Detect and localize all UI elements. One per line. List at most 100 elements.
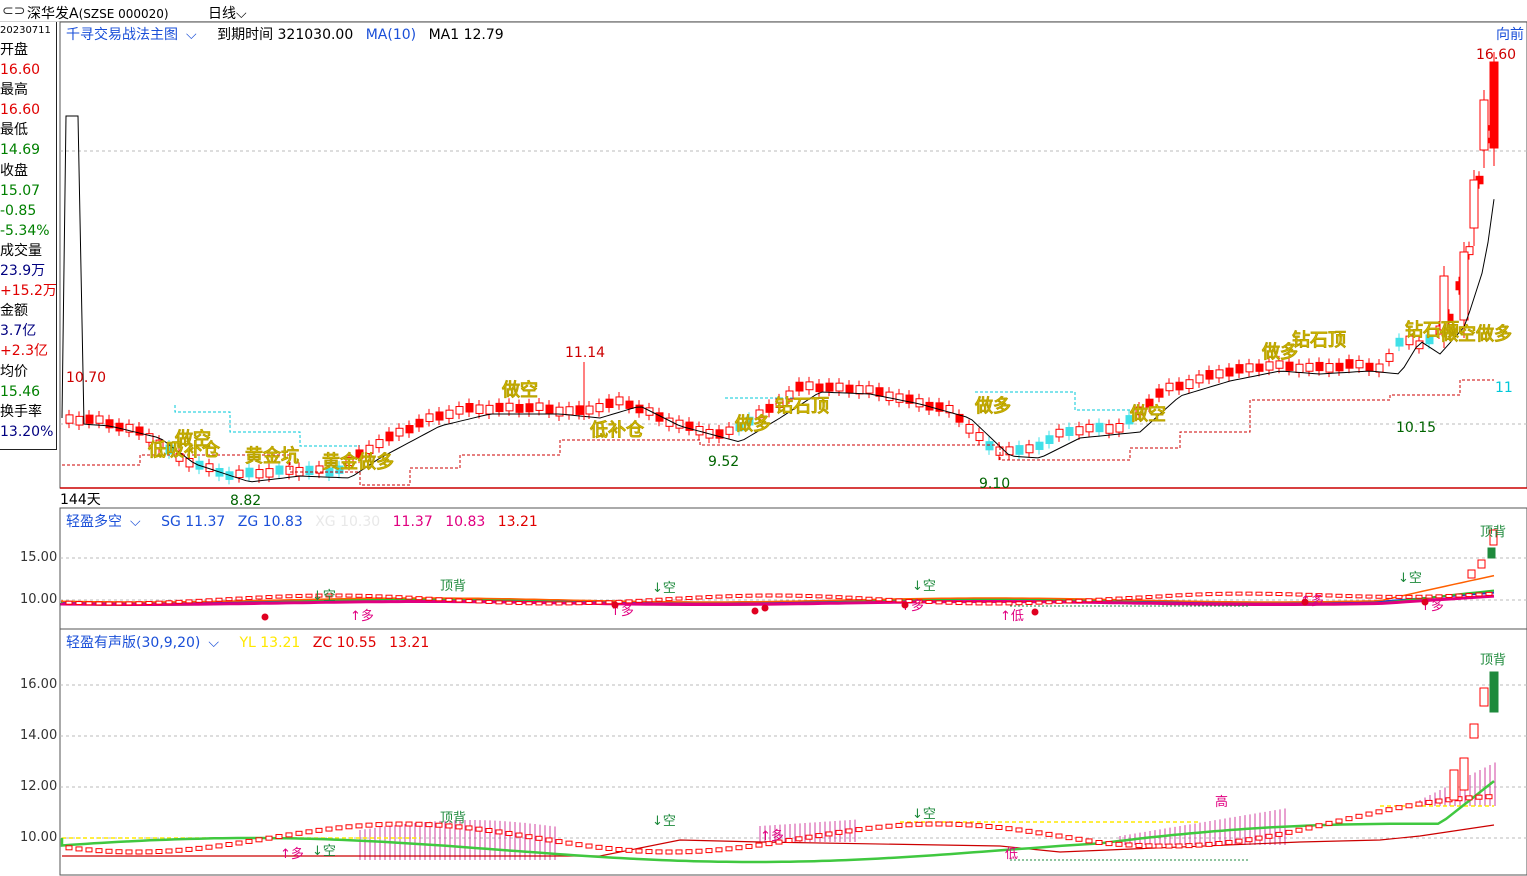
panel2-dot (751, 607, 759, 615)
candle (1085, 419, 1094, 437)
panel2-candle (975, 601, 983, 606)
panel3-trend-line (60, 780, 1495, 864)
panel2-candle (1045, 600, 1053, 605)
panel2-candle (135, 601, 143, 606)
candle (1315, 357, 1324, 376)
panel2-dot (1301, 598, 1309, 606)
panel3-candle-big (1449, 769, 1459, 801)
panel3-candle (325, 826, 333, 832)
candle (875, 382, 884, 402)
panel3-candle (705, 848, 713, 854)
panel3-indicator-selector[interactable]: 轻盈有声版(30,9,20) ⌵ (66, 635, 227, 651)
candle (1225, 363, 1234, 382)
panel3-candle (875, 824, 883, 830)
panel2-candle (1095, 597, 1103, 602)
candle (1045, 430, 1054, 449)
panel2-candle (1035, 600, 1043, 605)
panel3-candle (1065, 835, 1073, 841)
panel2-dot (261, 613, 269, 621)
panel2-indicator-selector[interactable]: 轻盈多空 ⌵ (66, 514, 149, 530)
panel3-ytick-14: 14.00 (20, 728, 58, 743)
panel3-candle (625, 847, 633, 853)
panel3-candle (1255, 835, 1263, 841)
panel3-candle (225, 841, 233, 847)
panel2-candle (1395, 594, 1403, 599)
panel2-candle (475, 599, 483, 604)
panel2-candle (965, 601, 973, 606)
panel2-candle (955, 601, 963, 606)
panel2-candle (395, 595, 403, 600)
panel2-candle-big (1477, 559, 1486, 569)
panel2-candle (1335, 593, 1343, 598)
panel2-candle (555, 601, 563, 606)
panel3-candle (1015, 827, 1023, 833)
panel2-candle (815, 594, 823, 599)
panel2-candle (1185, 592, 1193, 597)
panel3-candle (65, 845, 73, 851)
candle (485, 400, 494, 420)
price-label-start: 10.70 (66, 370, 106, 386)
panel3-candle (585, 843, 593, 849)
panel2-candle (665, 597, 673, 602)
panel3-candle (845, 828, 853, 834)
panel3-candle (935, 821, 943, 827)
main-indicator-selector[interactable]: 千寻交易战法主图 ⌵ (66, 27, 205, 43)
expire-label: 到期时间 321030.00 (217, 27, 354, 43)
candle (915, 393, 924, 412)
panel3-candle (525, 834, 533, 840)
panel2-indicator-name: 轻盈多空 (66, 514, 122, 530)
panel2-candle (595, 600, 603, 605)
panel3-candle (1095, 840, 1103, 846)
candle (375, 434, 384, 453)
candle (545, 400, 554, 418)
candle-big-3 (1459, 251, 1469, 321)
signal-label: 做多 (974, 395, 1011, 417)
candle (615, 391, 624, 410)
candle (125, 419, 134, 438)
panel2-candle (1375, 594, 1383, 599)
panel2-candle (65, 600, 73, 605)
panel2-candle (855, 596, 863, 601)
panel3-candle (615, 846, 623, 852)
panel3-candle (505, 830, 513, 836)
signal-label: 做空 (501, 379, 538, 401)
panel2-candle (765, 593, 773, 598)
panel3-mark: 高 (1215, 794, 1228, 810)
candle (825, 378, 834, 397)
candle (465, 398, 474, 417)
price-label-low-3: 9.10 (979, 476, 1010, 492)
candle (725, 422, 734, 440)
panel2-candle (1065, 599, 1073, 604)
panel2-candle (1105, 597, 1113, 602)
candle (865, 380, 874, 399)
candle (65, 409, 74, 429)
kline-chart-canvas[interactable]: 10.70 8.82 11.14 9.52 9.10 10.15 16.60 11 做空低吸补仓… (0, 0, 1527, 876)
price-label-low-4: 10.15 (1396, 420, 1436, 436)
panel2-candle (1135, 595, 1143, 600)
panel2-candle (365, 594, 373, 599)
panel3-candle (245, 838, 253, 844)
panel2-candle (1225, 591, 1233, 596)
panel3-candle (515, 832, 523, 838)
panel2-candle (245, 596, 253, 601)
panel3-indicator-bar: 轻盈有声版(30,9,20) ⌵ YL 13.21 ZC 10.55 13.21 (66, 632, 437, 652)
candle (685, 417, 694, 436)
panel2-candle (505, 600, 513, 605)
forward-link[interactable]: 向前 (1496, 24, 1524, 44)
candle (1005, 441, 1014, 460)
panel3-value-1: 13.21 (389, 635, 430, 651)
panel2-candle (425, 596, 433, 601)
candle (845, 380, 854, 398)
panel2-candle (385, 594, 393, 599)
main-indicator-bar: 千寻交易战法主图 ⌵ 到期时间 321030.00 MA(10) MA1 12.7… (66, 24, 512, 44)
panel3-candle (745, 843, 753, 849)
panel3-candle (475, 826, 483, 832)
panel2-candle (155, 600, 163, 605)
panel2-candle (185, 599, 193, 604)
signal-label: 钻石顶 (1292, 329, 1346, 351)
panel2-candle (795, 593, 803, 598)
panel2-candle (375, 594, 383, 599)
candle-big-0 (1469, 179, 1479, 229)
yl-value: YL 13.21 (239, 635, 301, 651)
panel2-candle (675, 596, 683, 601)
